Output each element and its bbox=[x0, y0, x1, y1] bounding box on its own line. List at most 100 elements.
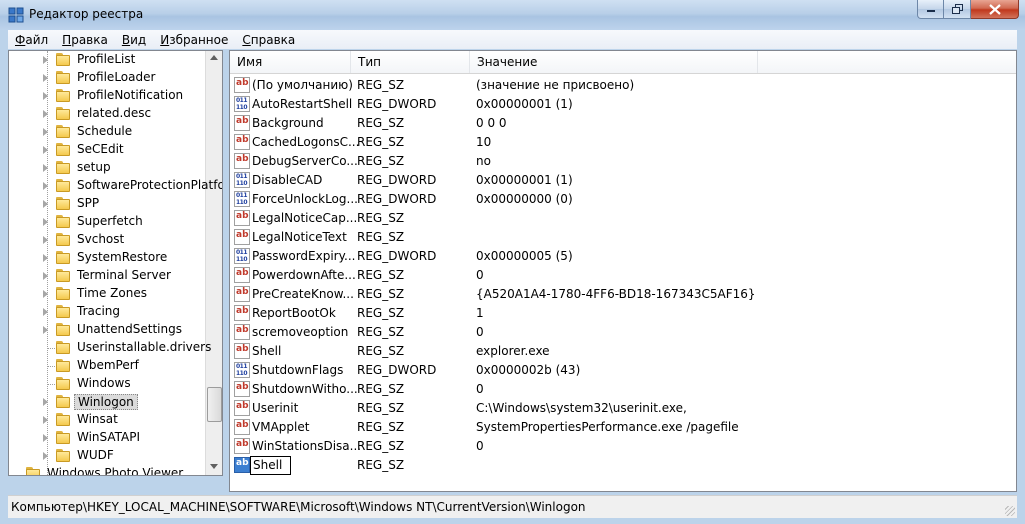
expand-arrow-icon[interactable] bbox=[43, 290, 48, 298]
tree-item-label: Windows bbox=[77, 376, 131, 390]
menu-help[interactable]: Справка bbox=[235, 33, 302, 47]
tree-item[interactable]: SystemRestore bbox=[9, 249, 209, 267]
folder-icon bbox=[55, 448, 71, 463]
minimize-button[interactable] bbox=[917, 0, 944, 19]
table-row[interactable]: ab PreCreateKnow... REG_SZ {A520A1A4-1780-4… bbox=[230, 285, 1010, 304]
tree-item[interactable]: ProfileNotification bbox=[9, 87, 209, 105]
table-row[interactable]: ab CachedLogonsC... REG_SZ 10 bbox=[230, 133, 1010, 152]
table-row[interactable]: 011 110 ForceUnlockLog... REG_DWORD 0x00000… bbox=[230, 190, 1010, 209]
tree-item[interactable]: ProfileLoader bbox=[9, 69, 209, 87]
tree-item[interactable]: SoftwareProtectionPlatfo bbox=[9, 177, 222, 195]
table-row[interactable]: ab Userinit REG_SZ C:\Windows\system32\user… bbox=[230, 399, 1010, 418]
expand-arrow-icon[interactable] bbox=[43, 308, 48, 316]
expand-arrow-icon[interactable] bbox=[43, 164, 48, 172]
expand-arrow-icon[interactable] bbox=[43, 452, 48, 460]
value-type: REG_DWORD bbox=[357, 192, 437, 206]
table-row[interactable]: ab Background REG_SZ 0 0 0 bbox=[230, 114, 1010, 133]
table-row[interactable]: ab PowerdownAfte... REG_SZ 0 bbox=[230, 266, 1010, 285]
tree-item[interactable]: Svchost bbox=[9, 231, 209, 249]
tree-item[interactable]: UnattendSettings bbox=[9, 321, 209, 339]
expand-arrow-icon[interactable] bbox=[43, 182, 48, 190]
tree-item[interactable]: WUDF bbox=[9, 447, 209, 465]
tree-item[interactable]: related.desc bbox=[9, 105, 209, 123]
menu-file[interactable]: Файл bbox=[8, 33, 55, 47]
value-data: (значение не присвоено) bbox=[476, 78, 635, 92]
tree-item-label: Tracing bbox=[77, 304, 121, 318]
table-row[interactable]: ab (По умолчанию) REG_SZ (значение не присв… bbox=[230, 76, 1010, 95]
tree-item[interactable]: Superfetch bbox=[9, 213, 209, 231]
registry-tree[interactable]: ProfileList ProfileLoader ProfileNotificat… bbox=[8, 50, 223, 476]
expand-arrow-icon[interactable] bbox=[43, 218, 48, 226]
tree-item[interactable]: Windows bbox=[9, 375, 209, 393]
table-row[interactable]: 011 110 PasswordExpiry... REG_DWORD 0x00000… bbox=[230, 247, 1010, 266]
menu-edit[interactable]: Правка bbox=[55, 33, 115, 47]
expand-arrow-icon[interactable] bbox=[43, 56, 48, 64]
column-header-value[interactable]: Значение bbox=[470, 51, 758, 73]
tree-item[interactable]: Winlogon bbox=[9, 393, 209, 411]
value-name: Shell bbox=[252, 344, 282, 358]
value-type: REG_DWORD bbox=[357, 249, 437, 263]
expand-arrow-icon[interactable] bbox=[43, 74, 48, 82]
resize-grip-icon[interactable] bbox=[1005, 506, 1015, 516]
values-list[interactable]: Имя Тип Значение ab (По умолчанию) REG_SZ(… bbox=[229, 50, 1017, 492]
expand-arrow-icon[interactable] bbox=[43, 92, 48, 100]
menu-view[interactable]: Вид bbox=[115, 33, 153, 47]
table-row[interactable]: ab ShutdownWitho... REG_SZ 0 bbox=[230, 380, 1010, 399]
tree-item[interactable]: WinSATAPI bbox=[9, 429, 209, 447]
expand-arrow-icon[interactable] bbox=[43, 236, 48, 244]
value-name: ReportBootOk bbox=[252, 306, 336, 320]
scroll-up-arrow-icon[interactable] bbox=[210, 55, 218, 60]
rename-input[interactable]: Shell bbox=[250, 456, 291, 475]
tree-item[interactable]: Terminal Server bbox=[9, 267, 209, 285]
tree-item[interactable]: SeCEdit bbox=[9, 141, 209, 159]
table-row[interactable]: 011 110 ShutdownFlags REG_DWORD 0x0000002b … bbox=[230, 361, 1010, 380]
expand-arrow-icon[interactable] bbox=[43, 110, 48, 118]
table-row[interactable]: ab VMApplet REG_SZ SystemPropertiesPerforma… bbox=[230, 418, 1010, 437]
tree-item[interactable]: setup bbox=[9, 159, 209, 177]
tree-item[interactable]: ProfileList bbox=[9, 51, 209, 69]
expand-arrow-icon[interactable] bbox=[43, 272, 48, 280]
column-header-type[interactable]: Тип bbox=[351, 51, 470, 73]
table-row[interactable]: ab Shell REG_SZ explorer.exe bbox=[230, 342, 1010, 361]
expand-arrow-icon[interactable] bbox=[43, 398, 48, 406]
table-row[interactable]: ab WinStationsDisa... REG_SZ 0 bbox=[230, 437, 1010, 456]
tree-item[interactable]: Tracing bbox=[9, 303, 209, 321]
value-data: SystemPropertiesPerformance.exe /pagefil… bbox=[476, 420, 739, 434]
table-row[interactable]: 011 110 DisableCAD REG_DWORD 0x00000001 (1) bbox=[230, 171, 1010, 190]
tree-item[interactable]: Time Zones bbox=[9, 285, 209, 303]
value-type: REG_DWORD bbox=[357, 97, 437, 111]
value-data: 0 bbox=[476, 439, 484, 453]
expand-arrow-icon[interactable] bbox=[43, 416, 48, 424]
folder-icon bbox=[55, 268, 71, 283]
tree-item[interactable]: Userinstallable.drivers bbox=[9, 339, 211, 357]
expand-arrow-icon[interactable] bbox=[43, 128, 48, 136]
table-row[interactable]: ab DebugServerCo... REG_SZ no bbox=[230, 152, 1010, 171]
tree-item[interactable]: Winsat bbox=[9, 411, 209, 429]
expand-arrow-icon[interactable] bbox=[43, 254, 48, 262]
table-row[interactable]: ab scremoveoption REG_SZ 0 bbox=[230, 323, 1010, 342]
menu-favorites[interactable]: Избранное bbox=[153, 33, 235, 47]
close-button[interactable] bbox=[971, 0, 1019, 19]
table-row[interactable]: ab LegalNoticeCap... REG_SZ bbox=[230, 209, 1010, 228]
tree-item[interactable]: Schedule bbox=[9, 123, 209, 141]
table-row[interactable]: ab LegalNoticeText REG_SZ bbox=[230, 228, 1010, 247]
string-value-icon: ab bbox=[234, 438, 250, 454]
tree-item-partial[interactable]: Windows Photo Viewer bbox=[9, 465, 209, 475]
tree-item[interactable]: WbemPerf bbox=[9, 357, 209, 375]
tree-item-label: Winsat bbox=[77, 412, 118, 426]
scroll-down-arrow-icon[interactable] bbox=[210, 464, 218, 469]
folder-icon bbox=[55, 196, 71, 211]
column-header-name[interactable]: Имя bbox=[230, 51, 351, 73]
title-bar[interactable]: Редактор реестра bbox=[0, 0, 1025, 30]
expand-arrow-icon[interactable] bbox=[43, 200, 48, 208]
table-row[interactable]: ab ReportBootOk REG_SZ 1 bbox=[230, 304, 1010, 323]
binary-value-icon: 011 110 bbox=[234, 248, 250, 264]
expand-arrow-icon[interactable] bbox=[43, 434, 48, 442]
expand-arrow-icon[interactable] bbox=[43, 326, 48, 334]
scroll-thumb[interactable] bbox=[207, 387, 222, 422]
table-row[interactable]: 011 110 AutoRestartShell REG_DWORD 0x000000… bbox=[230, 95, 1010, 114]
tree-item[interactable]: SPP bbox=[9, 195, 209, 213]
table-row[interactable]: ab Shell REG_SZ bbox=[230, 456, 1010, 475]
expand-arrow-icon[interactable] bbox=[43, 146, 48, 154]
maximize-button[interactable] bbox=[944, 0, 971, 19]
